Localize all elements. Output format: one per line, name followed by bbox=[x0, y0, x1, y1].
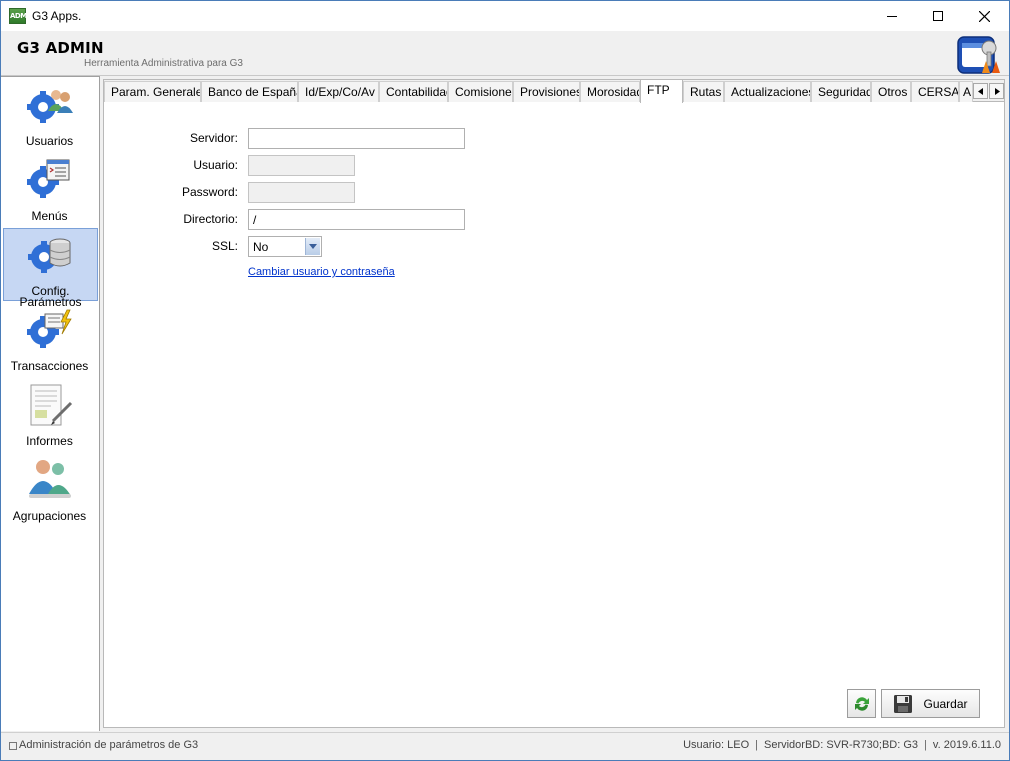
database-gear-icon bbox=[28, 238, 71, 273]
tab-scroll-right-button[interactable] bbox=[989, 83, 1004, 99]
menu-gear-icon bbox=[27, 159, 70, 198]
sidebar-item-label: Agrupaciones bbox=[12, 509, 87, 523]
status-right: Usuario: LEO | ServidorBD: SVR-R730;BD: G3… bbox=[683, 739, 1001, 751]
ssl-select-value: No bbox=[253, 240, 269, 254]
tab-provisiones[interactable]: Provisiones bbox=[513, 81, 580, 102]
tab-banco-de-espana[interactable]: Banco de España bbox=[201, 81, 298, 102]
status-separator: | bbox=[755, 739, 758, 751]
chevron-down-icon bbox=[309, 244, 317, 249]
sidebar-item-label: Menús bbox=[31, 209, 68, 223]
sidebar-item-usuarios[interactable]: Usuarios bbox=[3, 79, 98, 152]
transaction-gear-icon bbox=[27, 309, 72, 348]
servidor-label: Servidor: bbox=[189, 131, 238, 145]
close-button[interactable] bbox=[961, 1, 1007, 31]
ssl-dropdown-button[interactable] bbox=[305, 238, 320, 255]
save-icon bbox=[894, 694, 913, 713]
tab-cersa[interactable]: CERSA bbox=[911, 81, 959, 102]
maximize-button[interactable] bbox=[915, 1, 961, 31]
sidebar-item-config-parametros[interactable]: Config. Parámetros bbox=[3, 228, 98, 308]
tab-strip: Param. Generales Banco de España Id/Exp/… bbox=[104, 79, 1004, 103]
status-user: Usuario: LEO bbox=[683, 739, 750, 751]
status-left: Administración de parámetros de G3 bbox=[9, 739, 198, 751]
status-message: Administración de parámetros de G3 bbox=[19, 739, 199, 751]
group-users-icon bbox=[29, 460, 71, 498]
app-title: G3 ADMIN bbox=[17, 39, 104, 57]
sidebar-nav: Usuarios Menús Config. Parámetros Transa… bbox=[1, 76, 100, 731]
maximize-icon bbox=[933, 11, 943, 21]
ssl-select[interactable]: No bbox=[248, 236, 322, 257]
tab-ftp[interactable]: FTP bbox=[640, 79, 683, 103]
tab-rutas[interactable]: Rutas bbox=[683, 81, 724, 102]
ssl-label: SSL: bbox=[211, 239, 238, 253]
app-header: G3 ADMIN Herramienta Administrativa para… bbox=[1, 31, 1009, 76]
save-button-label: Guardar bbox=[923, 696, 968, 711]
users-gear-icon bbox=[27, 90, 73, 123]
directorio-label: Directorio: bbox=[183, 212, 238, 226]
directorio-input[interactable] bbox=[248, 209, 465, 230]
tab-overflow[interactable]: A bbox=[959, 81, 973, 102]
tab-param-generales[interactable]: Param. Generales bbox=[104, 81, 201, 102]
tab-actualizaciones[interactable]: Actualizaciones bbox=[724, 81, 811, 102]
usuario-input[interactable] bbox=[248, 155, 355, 176]
report-document-icon bbox=[30, 384, 73, 426]
save-button[interactable]: Guardar bbox=[881, 689, 980, 718]
servidor-input[interactable] bbox=[248, 128, 465, 149]
main-panel: Param. Generales Banco de España Id/Exp/… bbox=[103, 79, 1005, 728]
sidebar-item-menus[interactable]: Menús bbox=[3, 154, 98, 227]
password-label: Password: bbox=[181, 185, 238, 199]
status-server: ServidorBD: SVR-R730;BD: G3 bbox=[763, 739, 919, 751]
status-separator: | bbox=[924, 739, 927, 751]
tab-contabilidad[interactable]: Contabilidad bbox=[379, 81, 448, 102]
change-credentials-link[interactable]: Cambiar usuario y contraseña bbox=[248, 266, 395, 278]
status-version: v. 2019.6.11.0 bbox=[932, 739, 1001, 751]
sidebar-item-label: Transacciones bbox=[10, 359, 89, 373]
app-icon: ADM bbox=[9, 8, 27, 24]
app-logo-icon bbox=[957, 36, 1000, 74]
minimize-button[interactable] bbox=[869, 1, 915, 31]
tab-comisiones[interactable]: Comisiones bbox=[448, 81, 513, 102]
tab-morosidad[interactable]: Morosidad bbox=[580, 81, 640, 102]
window-title: G3 Apps. bbox=[32, 9, 82, 23]
sidebar-item-label: Usuarios bbox=[25, 134, 74, 148]
app-subtitle: Herramienta Administrativa para G3 bbox=[84, 58, 243, 69]
status-bar: Administración de parámetros de G3 Usuar… bbox=[1, 732, 1009, 760]
tab-otros[interactable]: Otros bbox=[871, 81, 911, 102]
usuario-label: Usuario: bbox=[193, 158, 238, 172]
close-icon bbox=[978, 10, 990, 22]
tab-id-exp-co-av[interactable]: Id/Exp/Co/Av bbox=[298, 81, 379, 102]
sidebar-item-agrupaciones[interactable]: Agrupaciones bbox=[3, 454, 98, 527]
title-bar[interactable]: ADM G3 Apps. bbox=[1, 1, 1009, 31]
refresh-button[interactable] bbox=[847, 689, 876, 718]
arrow-right-icon bbox=[994, 87, 1000, 95]
status-expand-icon[interactable] bbox=[9, 742, 17, 750]
password-input[interactable] bbox=[248, 182, 355, 203]
sidebar-item-informes[interactable]: Informes bbox=[3, 379, 98, 452]
minimize-icon bbox=[887, 15, 897, 17]
refresh-icon bbox=[854, 696, 869, 711]
sidebar-item-label: Informes bbox=[26, 434, 73, 448]
arrow-left-icon bbox=[977, 87, 983, 95]
app-window: ADM G3 Apps. G3 ADMIN Herramienta Admini… bbox=[0, 0, 1010, 761]
tab-seguridad[interactable]: Seguridad bbox=[811, 81, 871, 102]
tab-scroll-left-button[interactable] bbox=[973, 83, 988, 99]
sidebar-item-transacciones[interactable]: Transacciones bbox=[3, 304, 98, 377]
